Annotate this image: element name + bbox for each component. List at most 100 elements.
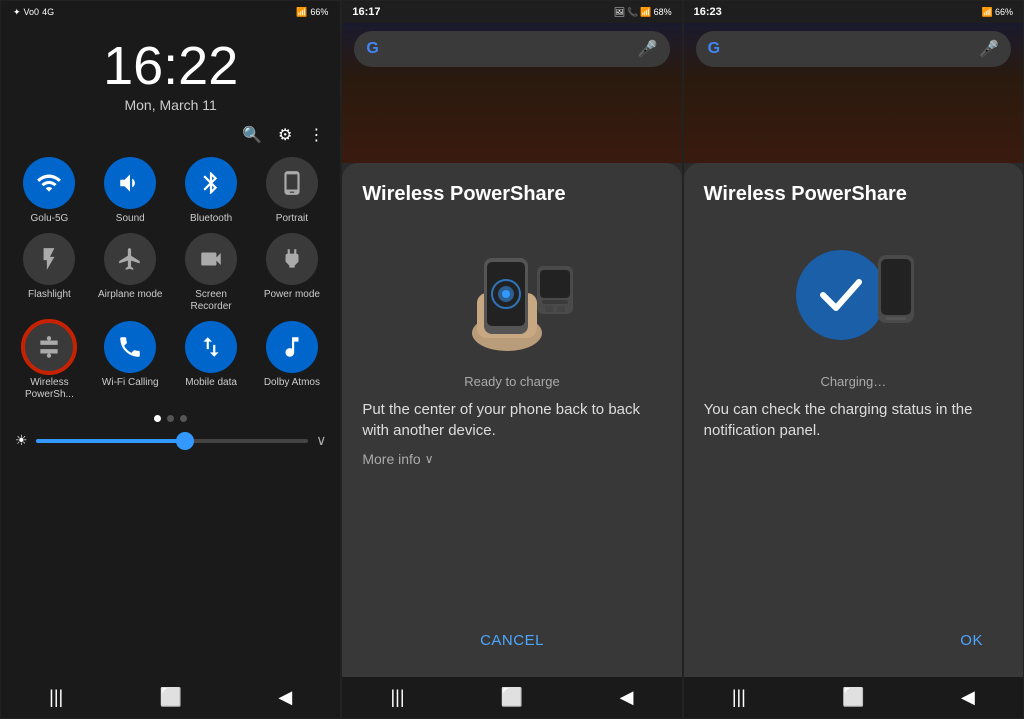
status-bar: ✦ Vo0 4G 📶 66% <box>1 1 340 23</box>
more-info-row[interactable]: More info ∨ <box>362 451 661 467</box>
battery-text: 66% <box>310 7 328 17</box>
qs-tile-screen-recorder[interactable]: Screen Recorder <box>175 233 248 313</box>
dialog2-recent-button[interactable]: ||| <box>391 687 405 708</box>
dialog3-illustration <box>704 230 1003 360</box>
dialog3-description: You can check the charging status in the… <box>704 399 1003 441</box>
dialog2-back-button[interactable]: ◀ <box>620 687 634 708</box>
dialog2-call-icon: 📞 <box>627 7 638 18</box>
charging-svg <box>783 240 923 350</box>
flashlight-tile-icon <box>23 233 75 285</box>
recent-apps-button[interactable]: ||| <box>49 687 63 708</box>
brightness-thumb <box>176 432 194 450</box>
dialog3-status-label: Charging… <box>704 374 1003 389</box>
dialog3-status-bar: 16:23 📶 66% <box>684 1 1023 23</box>
home-button[interactable]: ⬜ <box>160 687 182 708</box>
wireless-ps-tile-label: Wireless PowerSh... <box>13 377 86 401</box>
dialog2-photo-icon: 🖼 <box>614 7 625 18</box>
wifi-tile-label: Golu-5G <box>31 213 69 225</box>
brightness-icon: ☀ <box>15 432 28 449</box>
wireless-ps-tile-icon <box>23 321 75 373</box>
cancel-button[interactable]: Cancel <box>460 624 564 657</box>
wireless-ps-charging-card: Wireless PowerShare Charging… You can ch… <box>684 163 1023 677</box>
dialog3-battery: 66% <box>995 7 1013 17</box>
portrait-tile-icon <box>266 157 318 209</box>
bluetooth-tile-icon <box>185 157 237 209</box>
right-status-icons: 📶 66% <box>296 7 328 18</box>
dialog3-recent-button[interactable]: ||| <box>732 687 746 708</box>
dialog3-nav-bar: ||| ⬜ ◀ <box>684 677 1023 718</box>
qs-tile-portrait[interactable]: Portrait <box>255 157 328 225</box>
settings-icon[interactable]: ⚙ <box>278 125 292 145</box>
mobile-data-tile-label: Mobile data <box>185 377 237 389</box>
qs-toolbar: 🔍 ⚙ ⋮ <box>1 117 340 153</box>
qs-tile-dolby[interactable]: Dolby Atmos <box>255 321 328 401</box>
dialog2-title: Wireless PowerShare <box>362 183 661 206</box>
airplane-tile-icon <box>104 233 156 285</box>
dialog3-back-button[interactable]: ◀ <box>961 687 975 708</box>
qs-tile-bluetooth[interactable]: Bluetooth <box>175 157 248 225</box>
quick-settings-panel: ✦ Vo0 4G 📶 66% 16:22 Mon, March 11 🔍 ⚙ ⋮… <box>0 0 341 719</box>
brightness-slider[interactable] <box>36 439 309 443</box>
background-app-3: G 🎤 <box>684 23 1023 163</box>
quick-settings-grid: Golu-5G Sound Bluetooth Portrait <box>1 153 340 405</box>
qs-tile-power-mode[interactable]: Power mode <box>255 233 328 313</box>
brightness-expand-icon[interactable]: ∨ <box>316 432 326 449</box>
back-button[interactable]: ◀ <box>278 687 292 708</box>
google-search-bar-3[interactable]: G 🎤 <box>696 31 1011 67</box>
dialog2-status-icons: 🖼 📞 📶 68% <box>614 7 672 18</box>
clock-display: 16:22 Mon, March 11 <box>1 23 340 117</box>
more-options-icon[interactable]: ⋮ <box>308 125 324 145</box>
nav-bar: ||| ⬜ ◀ <box>1 677 340 718</box>
dialog3-wifi-icon: 📶 <box>982 7 993 18</box>
dot-1[interactable] <box>154 415 161 422</box>
wireless-ps-ready-panel: 16:17 🖼 📞 📶 68% G 🎤 Wireless PowerShare <box>341 0 682 719</box>
google-logo-3: G <box>708 40 720 58</box>
power-mode-tile-icon <box>266 233 318 285</box>
wireless-ps-charging-panel: 16:23 📶 66% G 🎤 Wireless PowerShare <box>683 0 1024 719</box>
voice-search-icon[interactable]: 🎤 <box>638 39 658 59</box>
more-info-chevron-icon: ∨ <box>425 452 434 466</box>
qs-tile-wifi-calling[interactable]: Wi-Fi Calling <box>94 321 167 401</box>
qs-tile-mobile-data[interactable]: Mobile data <box>175 321 248 401</box>
google-search-bar[interactable]: G 🎤 <box>354 31 669 67</box>
portrait-tile-label: Portrait <box>276 213 308 225</box>
hand-phone-svg <box>442 238 582 353</box>
sound-tile-icon <box>104 157 156 209</box>
google-logo: G <box>366 40 378 58</box>
dialog3-time: 16:23 <box>694 6 722 18</box>
dialog2-status-bar: 16:17 🖼 📞 📶 68% <box>342 1 681 23</box>
date-display: Mon, March 11 <box>1 97 340 113</box>
flashlight-tile-label: Flashlight <box>28 289 71 301</box>
left-status-icons: ✦ Vo0 4G <box>13 7 54 18</box>
dialog2-home-button[interactable]: ⬜ <box>501 687 523 708</box>
more-info-text: More info <box>362 451 420 467</box>
background-app: G 🎤 <box>342 23 681 163</box>
qs-tile-airplane[interactable]: Airplane mode <box>94 233 167 313</box>
dot-2[interactable] <box>167 415 174 422</box>
qs-tile-sound[interactable]: Sound <box>94 157 167 225</box>
bluetooth-status-icon: ✦ <box>13 7 21 18</box>
sound-tile-label: Sound <box>116 213 145 225</box>
dot-3[interactable] <box>180 415 187 422</box>
brightness-row: ☀ ∨ <box>1 428 340 453</box>
qs-tile-wireless-ps[interactable]: Wireless PowerSh... <box>13 321 86 401</box>
dialog3-home-button[interactable]: ⬜ <box>842 687 864 708</box>
mobile-data-tile-icon <box>185 321 237 373</box>
wifi-calling-tile-label: Wi-Fi Calling <box>102 377 159 389</box>
time-display: 16:22 <box>1 39 340 93</box>
search-icon[interactable]: 🔍 <box>242 125 262 145</box>
wifi-icon: 📶 <box>296 7 307 18</box>
power-mode-tile-label: Power mode <box>264 289 320 301</box>
wireless-ps-dialog-card: Wireless PowerShare <box>342 163 681 677</box>
dialog3-actions: OK <box>704 616 1003 665</box>
dialog2-battery: 68% <box>654 7 672 17</box>
wifi-calling-tile-icon <box>104 321 156 373</box>
voice-search-icon-3[interactable]: 🎤 <box>979 39 999 59</box>
dialog3-status-icons: 📶 66% <box>982 7 1013 18</box>
brightness-fill <box>36 439 186 443</box>
qs-tile-wifi[interactable]: Golu-5G <box>13 157 86 225</box>
signal-icon: Vo0 <box>24 7 40 17</box>
ok-button[interactable]: OK <box>940 624 1003 657</box>
dialog2-wifi-icon: 📶 <box>640 7 651 18</box>
qs-tile-flashlight[interactable]: Flashlight <box>13 233 86 313</box>
